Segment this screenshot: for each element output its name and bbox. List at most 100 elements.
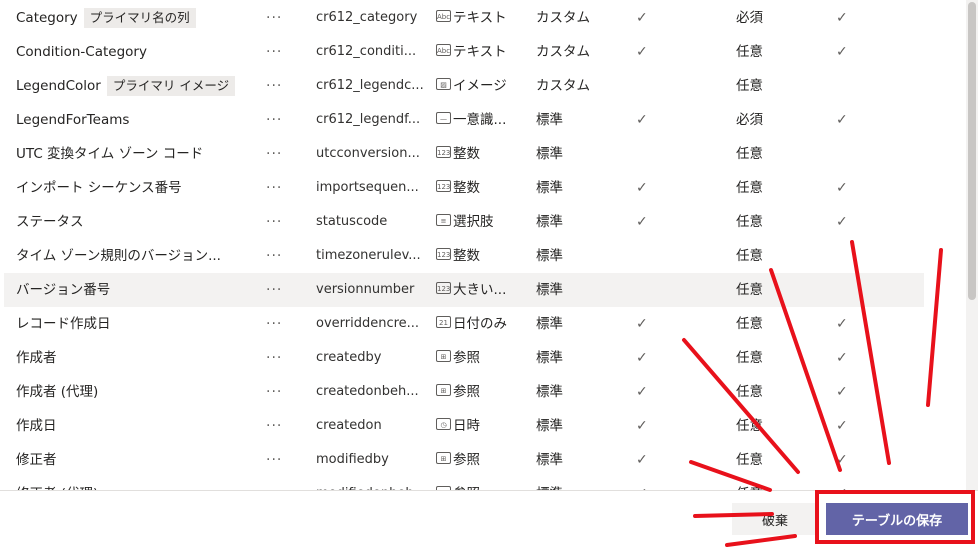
table-row[interactable]: タイム ゾーン規則のバージョン... ··· timezonerulev... 123…: [4, 239, 924, 273]
table-row[interactable]: インポート シーケンス番号 ··· importsequen... 123 整数 標準 ✓ 任…: [4, 171, 924, 205]
more-options-button[interactable]: ···: [266, 477, 296, 490]
table-row[interactable]: Category プライマリ名の列 ··· cr612_category Abc テキスト…: [4, 1, 924, 35]
requirement-cell: 必須: [736, 10, 763, 26]
column-name-cell[interactable]: Category プライマリ名の列: [16, 1, 256, 35]
column-name-cell[interactable]: LegendForTeams: [16, 103, 256, 137]
more-options-button[interactable]: ···: [266, 239, 296, 273]
check-icon: ✓: [836, 418, 848, 434]
check-icon: ✓: [636, 316, 648, 332]
table-row[interactable]: 作成日 ··· createdon ◷ 日時 標準 ✓ 任意 ✓: [4, 409, 924, 443]
check-icon: [836, 137, 856, 171]
schema-name-cell: overriddencre...: [316, 316, 420, 331]
column-display-name: 修正者: [16, 452, 57, 468]
column-source-cell: 標準: [536, 316, 563, 332]
check-icon: ✓: [636, 350, 648, 366]
requirement-cell: 任意: [736, 418, 763, 434]
table-row[interactable]: 作成者 (代理) ··· createdonbeh... ⊞ 参照 標準 ✓ 任意 ✓: [4, 375, 924, 409]
column-display-name: 作成日: [16, 418, 57, 434]
more-options-button[interactable]: ···: [266, 273, 296, 307]
check-icon: ✓: [636, 10, 648, 26]
vertical-scrollbar[interactable]: [966, 0, 978, 490]
requirement-cell: 任意: [736, 452, 763, 468]
column-name-cell[interactable]: 作成日: [16, 409, 256, 443]
more-options-button[interactable]: ···: [266, 69, 296, 103]
requirement-cell: 任意: [736, 316, 763, 332]
check-icon: ✓: [636, 44, 648, 60]
column-name-cell[interactable]: タイム ゾーン規則のバージョン...: [16, 239, 256, 273]
more-options-button[interactable]: ···: [266, 1, 296, 35]
column-name-cell[interactable]: 作成者: [16, 341, 256, 375]
more-options-button[interactable]: ···: [266, 307, 296, 341]
requirement-cell: 任意: [736, 214, 763, 230]
column-display-name: インポート シーケンス番号: [16, 180, 182, 196]
data-type-label: 選択肢: [453, 214, 494, 230]
text-type-icon: Abc: [436, 44, 451, 56]
table-row[interactable]: レコード作成日 ··· overriddencre... 21 日付のみ 標準 ✓ 任意 ✓: [4, 307, 924, 341]
data-type-cell: 21 日付のみ: [436, 307, 526, 341]
table-row[interactable]: Condition-Category ··· cr612_conditi... Abc…: [4, 35, 924, 69]
column-source-cell: カスタム: [536, 78, 590, 94]
check-icon: ✓: [636, 214, 648, 230]
column-source-cell: カスタム: [536, 10, 590, 26]
more-options-button[interactable]: ···: [266, 409, 296, 443]
check-icon: ✓: [836, 384, 848, 400]
more-options-button[interactable]: ···: [266, 375, 296, 409]
data-type-cell: Abc テキスト: [436, 1, 526, 35]
more-options-button[interactable]: ···: [266, 171, 296, 205]
schema-name-cell: createdonbeh...: [316, 384, 419, 399]
table-row[interactable]: UTC 変換タイム ゾーン コード ··· utcconversion... 123 整…: [4, 137, 924, 171]
column-display-name: LegendForTeams: [16, 112, 130, 128]
more-options-button[interactable]: ···: [266, 205, 296, 239]
check-icon: ✓: [836, 350, 848, 366]
column-source-cell: 標準: [536, 477, 596, 490]
check-icon: ✓: [836, 44, 848, 60]
column-name-cell[interactable]: 修正者: [16, 443, 256, 477]
data-type-cell: 123 大きい...: [436, 273, 526, 307]
more-options-button[interactable]: ···: [266, 137, 296, 171]
more-options-button[interactable]: ···: [266, 103, 296, 137]
column-name-cell[interactable]: 作成者 (代理): [16, 375, 256, 409]
table-row[interactable]: 修正者 (代理) ··· modifiedonbeh... ⊞参照標準 ✓ 任意 ✓: [4, 477, 924, 490]
column-display-name: LegendColor: [16, 78, 101, 94]
table-row[interactable]: LegendForTeams ··· cr612_legendf... — 一意識...…: [4, 103, 924, 137]
data-type-label: 日付のみ: [453, 316, 507, 332]
table-row[interactable]: 作成者 ··· createdby ⊞ 参照 標準 ✓ 任意 ✓: [4, 341, 924, 375]
save-table-button[interactable]: テーブルの保存: [826, 503, 968, 535]
table-row[interactable]: バージョン番号 ··· versionnumber 123 大きい... 標準 任意: [4, 273, 924, 307]
data-type-cell: ◷ 日時: [436, 409, 526, 443]
check-icon: ✓: [836, 316, 848, 332]
table-row[interactable]: LegendColor プライマリ イメージ ··· cr612_legendc...…: [4, 69, 924, 103]
text-type-icon: Abc: [436, 10, 451, 22]
more-options-button[interactable]: ···: [266, 443, 296, 477]
schema-name-cell: modifiedonbeh...: [316, 477, 428, 490]
requirement-cell: 任意: [736, 180, 763, 196]
schema-name-cell: createdby: [316, 350, 382, 365]
data-type-label: イメージ: [453, 78, 507, 94]
number-type-icon: 123: [436, 146, 451, 158]
data-type-label: 参照: [453, 350, 480, 366]
column-source-cell: カスタム: [536, 44, 590, 60]
column-name-cell[interactable]: レコード作成日: [16, 307, 256, 341]
more-options-button[interactable]: ···: [266, 341, 296, 375]
check-icon: [636, 69, 656, 103]
data-type-cell: ≡ 選択肢: [436, 205, 526, 239]
column-name-cell[interactable]: バージョン番号: [16, 273, 256, 307]
scrollbar-thumb[interactable]: [968, 2, 976, 300]
data-type-cell: ⊞参照: [436, 477, 526, 490]
unique-id-type-icon: —: [436, 112, 451, 124]
column-name-cell[interactable]: UTC 変換タイム ゾーン コード: [16, 137, 256, 171]
image-type-icon: ▨: [436, 78, 451, 90]
column-name-cell[interactable]: ステータス: [16, 205, 256, 239]
requirement-cell: 任意: [736, 44, 763, 60]
column-name-cell[interactable]: Condition-Category: [16, 35, 256, 69]
column-name-cell[interactable]: インポート シーケンス番号: [16, 171, 256, 205]
more-options-button[interactable]: ···: [266, 35, 296, 69]
data-type-label: 整数: [453, 180, 480, 196]
table-row[interactable]: 修正者 ··· modifiedby ⊞ 参照 標準 ✓ 任意 ✓: [4, 443, 924, 477]
column-display-name: UTC 変換タイム ゾーン コード: [16, 146, 204, 162]
discard-button[interactable]: 破棄: [732, 503, 818, 535]
column-name-cell[interactable]: LegendColor プライマリ イメージ: [16, 69, 256, 103]
schema-name-cell: cr612_legendc...: [316, 78, 424, 93]
column-name-cell[interactable]: 修正者 (代理): [16, 477, 256, 490]
table-row[interactable]: ステータス ··· statuscode ≡ 選択肢 標準 ✓ 任意 ✓: [4, 205, 924, 239]
